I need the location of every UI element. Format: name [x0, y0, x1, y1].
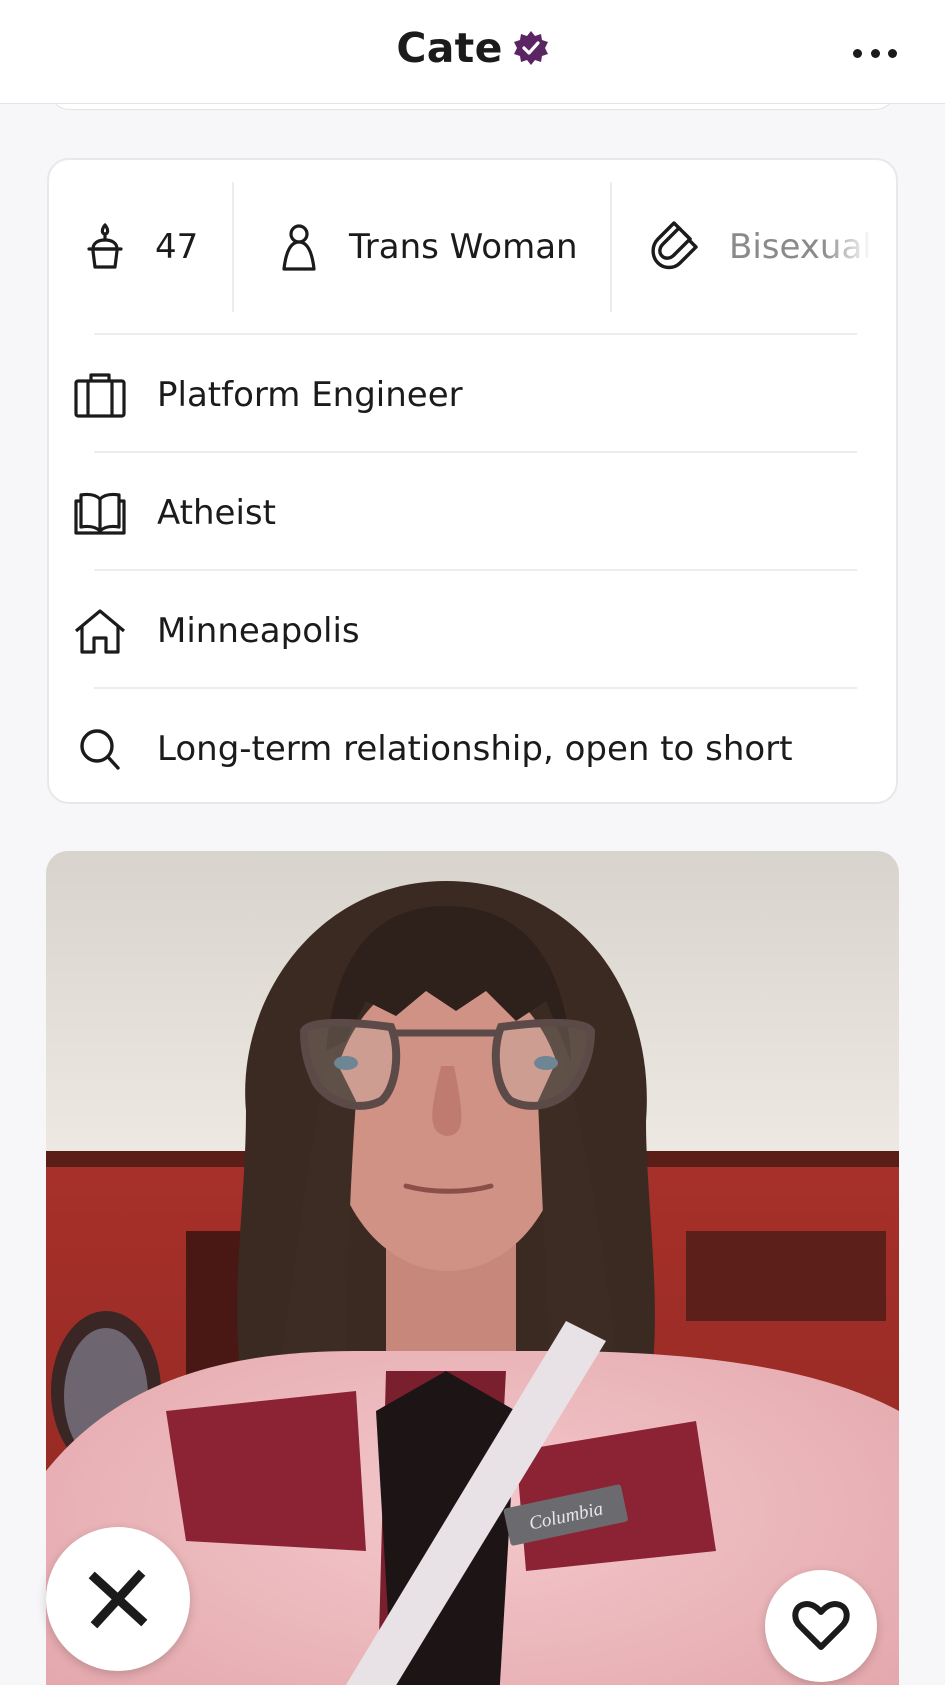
profile-header: Cate	[0, 0, 945, 104]
vital-gender: Trans Woman	[275, 182, 578, 312]
home-icon	[74, 609, 126, 654]
briefcase-icon	[74, 373, 126, 418]
info-row-hometown: Minneapolis	[49, 573, 896, 689]
info-row-looking-for: Long-term relationship, open to short	[49, 691, 896, 802]
like-button[interactable]	[765, 1570, 877, 1682]
job-label: Platform Engineer	[157, 375, 463, 415]
orientation-label: Bisexual	[729, 227, 872, 267]
gender-label: Trans Woman	[349, 227, 578, 267]
more-options-button[interactable]	[853, 40, 897, 66]
vital-orientation: Bisexual	[649, 182, 896, 312]
title-group: Cate	[0, 24, 945, 72]
vital-divider	[232, 182, 234, 312]
close-icon	[88, 1569, 148, 1629]
vital-age: 47	[81, 182, 198, 312]
age-label: 47	[155, 227, 199, 267]
pass-button[interactable]	[46, 1527, 190, 1671]
verified-badge-icon	[513, 31, 548, 65]
more-options-icon	[853, 48, 862, 58]
row-divider	[94, 569, 857, 571]
search-icon	[80, 729, 120, 770]
info-row-job: Platform Engineer	[49, 337, 896, 453]
info-row-religion: Atheist	[49, 455, 896, 571]
profile-info-card: 47 Trans Woman Bisexual Platform Enginee…	[47, 158, 898, 804]
row-divider	[94, 451, 857, 453]
person-icon	[282, 224, 316, 271]
heart-icon	[792, 1600, 850, 1650]
hometown-label: Minneapolis	[157, 611, 360, 651]
religion-label: Atheist	[157, 493, 276, 533]
vitals-row: 47 Trans Woman Bisexual	[49, 182, 896, 312]
birthday-cake-icon	[87, 223, 123, 269]
row-divider	[94, 333, 857, 335]
magnet-icon	[651, 221, 698, 270]
vital-divider	[610, 182, 612, 312]
row-divider	[94, 687, 857, 689]
looking-for-label: Long-term relationship, open to short	[157, 729, 793, 769]
open-book-icon	[74, 492, 126, 535]
profile-name: Cate	[396, 24, 503, 72]
